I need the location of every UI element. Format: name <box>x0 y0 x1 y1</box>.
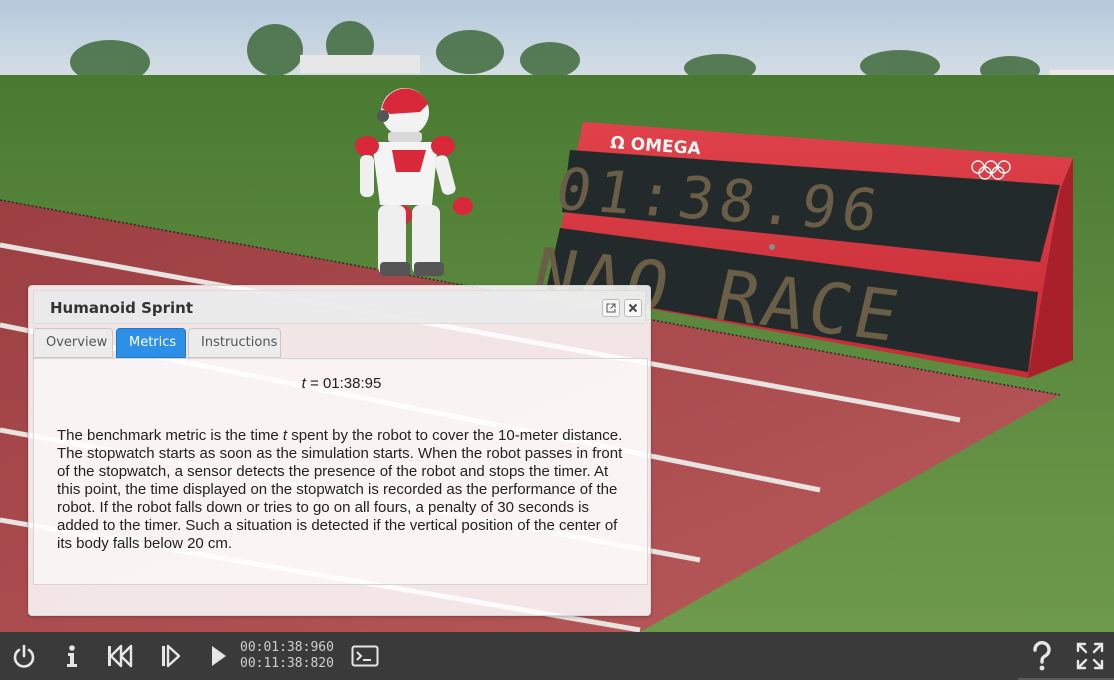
tab-instructions[interactable]: Instructions <box>188 328 281 358</box>
description-text: spent by the robot to cover the 10-meter… <box>57 427 623 552</box>
step-button[interactable] <box>154 640 186 672</box>
simulation-toolbar: 00:01:38:960 00:11:38:820 <box>0 632 1114 680</box>
distant-building <box>300 55 420 73</box>
power-icon <box>13 644 35 668</box>
description-text: The benchmark metric is the time <box>57 427 283 444</box>
close-icon <box>628 303 638 313</box>
reset-button[interactable] <box>104 640 136 672</box>
help-icon <box>1033 641 1051 671</box>
fullscreen-icon <box>1076 642 1104 670</box>
tab-overview[interactable]: Overview <box>33 328 113 358</box>
simulation-clock: 00:01:38:960 00:11:38:820 <box>240 640 334 672</box>
step-icon <box>162 644 181 668</box>
console-button[interactable] <box>349 640 381 672</box>
real-time: 00:11:38:820 <box>240 656 334 671</box>
tab-metrics[interactable]: Metrics <box>116 328 186 358</box>
close-panel-button[interactable] <box>624 299 642 317</box>
quit-button[interactable] <box>8 640 40 672</box>
simulation-time: 00:01:38:960 <box>240 640 334 655</box>
panel-title: Humanoid Sprint <box>50 299 193 317</box>
fullscreen-button[interactable] <box>1074 640 1106 672</box>
benchmark-panel: Humanoid Sprint Overview Metrics Instruc… <box>28 285 651 616</box>
info-button[interactable] <box>56 640 88 672</box>
play-button[interactable] <box>202 640 234 672</box>
popout-button[interactable] <box>602 299 620 317</box>
console-icon <box>351 645 379 667</box>
play-icon <box>212 646 226 666</box>
metric-description: The benchmark metric is the time t spent… <box>57 427 627 553</box>
treeline <box>70 21 1040 84</box>
metric-formula: t = 01:38:95 <box>34 375 649 392</box>
metrics-content: t = 01:38:95 The benchmark metric is the… <box>33 358 648 585</box>
panel-header[interactable]: Humanoid Sprint <box>33 290 646 324</box>
external-link-icon <box>606 303 616 313</box>
help-button[interactable] <box>1026 640 1058 672</box>
reset-icon <box>108 644 133 668</box>
info-icon <box>67 645 77 667</box>
metric-value: = 01:38:95 <box>305 375 382 392</box>
